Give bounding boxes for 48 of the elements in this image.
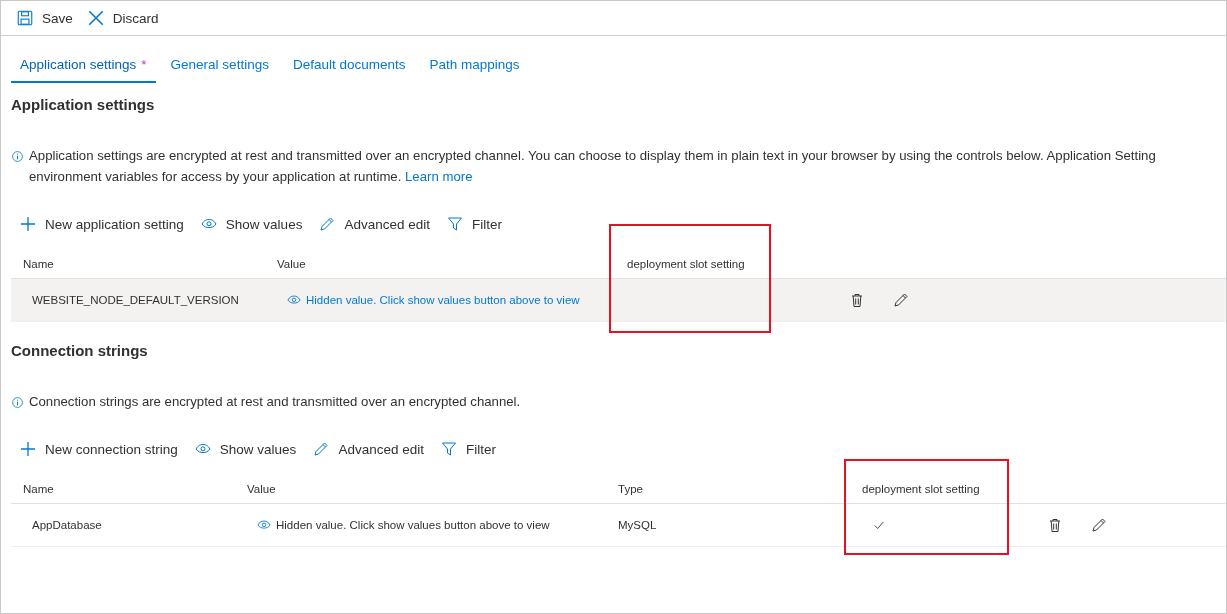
filter-icon — [440, 441, 457, 457]
filter-icon — [446, 216, 463, 232]
show-values-button[interactable]: Show values — [194, 441, 297, 457]
column-header: Type — [618, 483, 643, 495]
column-header: Value — [277, 258, 306, 270]
pencil-icon[interactable] — [893, 292, 909, 308]
plus-icon — [20, 441, 36, 457]
info-text: Application settings are encrypted at rest and transmitted over an encrypted channel. You can choose to display them in plain text in your browser by using the controls below. Application Setting environment variables for access by your application at runtime. Learn more — [29, 147, 1156, 186]
table-cell: AppDatabase — [32, 519, 102, 531]
tab[interactable]: Application settings * — [11, 53, 156, 83]
info-text: Connection strings are encrypted at rest and transmitted over an encrypted channel. — [29, 393, 521, 411]
learn-more-link[interactable]: Learn more — [405, 169, 473, 184]
section-heading: Connection strings — [11, 342, 149, 361]
filter-button[interactable]: Filter — [446, 216, 502, 232]
pencil-icon[interactable] — [1091, 517, 1107, 533]
advanced-edit-button[interactable]: Advanced edit — [313, 441, 424, 457]
trash-icon[interactable] — [849, 292, 865, 308]
eye-icon — [287, 293, 301, 307]
hidden-value-text: Hidden value. Click show values button above to view — [257, 518, 550, 532]
plus-icon — [20, 216, 36, 232]
tab[interactable]: Path mappings — [420, 53, 529, 83]
add-button[interactable]: New application setting — [20, 216, 184, 232]
show-values-button[interactable]: Show values — [200, 216, 303, 232]
pencil-icon — [319, 216, 336, 232]
info-icon — [11, 396, 24, 409]
filter-button[interactable]: Filter — [440, 441, 496, 457]
tab[interactable]: Default documents — [283, 53, 415, 83]
column-header: Name — [23, 483, 54, 495]
info-icon — [11, 150, 24, 163]
save-icon — [16, 9, 34, 27]
pencil-icon — [313, 441, 330, 457]
table-cell: WEBSITE_NODE_DEFAULT_VERSION — [32, 294, 239, 306]
save-button[interactable]: Save — [16, 6, 73, 30]
discard-button[interactable]: Discard — [86, 6, 159, 30]
table-cell: MySQL — [618, 519, 657, 531]
column-header: deployment slot setting — [627, 258, 745, 270]
section-heading: Application settings — [11, 96, 156, 115]
hidden-value-link[interactable]: Hidden value. Click show values button above to view — [287, 293, 580, 307]
modified-indicator: * — [141, 57, 147, 72]
tab[interactable]: General settings — [161, 53, 278, 83]
trash-icon[interactable] — [1047, 517, 1063, 533]
column-header: deployment slot setting — [862, 483, 980, 495]
advanced-edit-button[interactable]: Advanced edit — [319, 216, 430, 232]
close-icon — [86, 9, 105, 27]
column-header: Name — [23, 258, 54, 270]
eye-icon — [257, 518, 271, 532]
column-header: Value — [247, 483, 276, 495]
add-button[interactable]: New connection string — [20, 441, 178, 457]
